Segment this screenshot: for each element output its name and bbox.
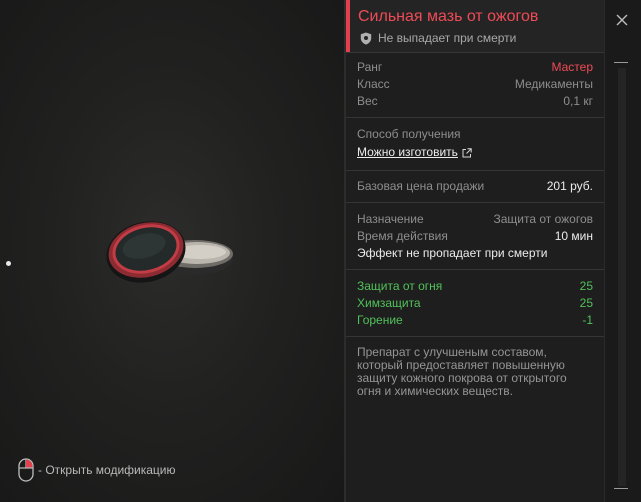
external-link-icon: [462, 147, 472, 157]
duration-row: Время действия 10 мин: [357, 228, 593, 245]
shield-icon: [360, 32, 372, 45]
scrollbar-thumb[interactable]: [618, 68, 626, 486]
bonus-burning-label: Горение: [357, 313, 403, 327]
stat-class-label: Класс: [357, 77, 390, 91]
bonus-fire-protection: Защита от огня 25: [357, 278, 593, 295]
item-preview-viewer[interactable]: - Открыть модификацию: [0, 0, 345, 502]
close-icon[interactable]: [616, 14, 628, 26]
stat-weight-label: Вес: [357, 94, 378, 108]
price-row: Базовая цена продажи 201 руб.: [357, 178, 593, 195]
stat-class-value: Медикаменты: [514, 77, 593, 91]
craftable-link[interactable]: Можно изготовить: [357, 144, 472, 161]
stat-rank-value: Мастер: [551, 60, 593, 74]
price-label: Базовая цена продажи: [357, 179, 485, 193]
open-modification-hint[interactable]: - Открыть модификацию: [18, 458, 176, 482]
purpose-row: Назначение Защита от ожогов: [357, 211, 593, 228]
purpose-label: Назначение: [357, 212, 424, 226]
subtitle-text: Не выпадает при смерти: [378, 31, 517, 45]
stat-rank: Ранг Мастер: [357, 59, 593, 76]
item-info-panel: Сильная мазь от ожогов Не выпадает при с…: [346, 0, 605, 502]
open-modification-label: - Открыть модификацию: [38, 463, 176, 477]
bonus-chemical-protection: Химзащита 25: [357, 295, 593, 312]
scrollbar-top-cap: [614, 62, 628, 63]
effect-note: Эффект не пропадает при смерти: [357, 246, 548, 260]
item-header: Сильная мазь от ожогов Не выпадает при с…: [346, 0, 604, 52]
stat-class: Класс Медикаменты: [357, 76, 593, 93]
scrollbar[interactable]: [614, 58, 628, 498]
ointment-tin-image: [106, 221, 233, 283]
duration-label: Время действия: [357, 229, 448, 243]
obtain-section: Способ получения Можно изготовить: [346, 117, 604, 170]
rotation-pivot-dot: [6, 261, 11, 266]
bonus-chem-value: 25: [579, 296, 593, 310]
usage-section: Назначение Защита от ожогов Время действ…: [346, 202, 604, 269]
duration-value: 10 мин: [554, 229, 593, 243]
stat-weight: Вес 0,1 кг: [357, 93, 593, 110]
bonus-burning: Горение -1: [357, 312, 593, 329]
bonus-fire-value: 25: [579, 279, 593, 293]
bonuses-section: Защита от огня 25 Химзащита 25 Горение -…: [346, 269, 604, 336]
price-section: Базовая цена продажи 201 руб.: [346, 170, 604, 202]
mouse-icon: [18, 458, 34, 482]
bonus-chem-label: Химзащита: [357, 296, 421, 310]
item-description: Препарат с улучшеным составом, который п…: [357, 345, 567, 398]
stats-section: Ранг Мастер Класс Медикаменты Вес 0,1 кг: [346, 52, 604, 117]
obtain-label: Способ получения: [357, 127, 461, 141]
craftable-link-text: Можно изготовить: [357, 145, 458, 159]
description-section: Препарат с улучшеным составом, который п…: [346, 336, 604, 405]
scrollbar-bottom-cap: [614, 488, 628, 489]
bonus-burning-value: -1: [582, 313, 593, 327]
stat-weight-value: 0,1 кг: [563, 94, 593, 108]
purpose-value: Защита от ожогов: [493, 212, 593, 226]
stat-rank-label: Ранг: [357, 60, 383, 74]
item-subtitle: Не выпадает при смерти: [360, 31, 516, 45]
price-value: 201 руб.: [546, 179, 593, 193]
item-title: Сильная мазь от ожогов: [358, 8, 539, 25]
bonus-fire-label: Защита от огня: [357, 279, 443, 293]
